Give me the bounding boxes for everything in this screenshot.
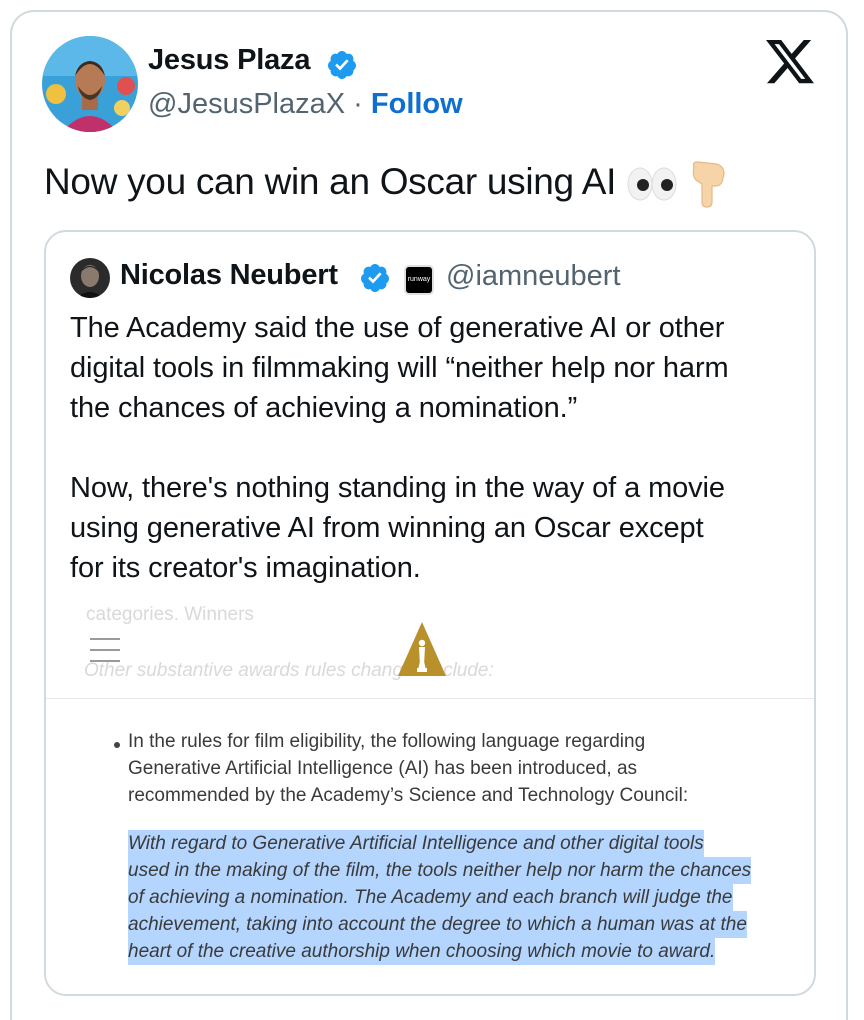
author-handle[interactable]: @JesusPlazaX	[148, 88, 345, 120]
rules-text: In the rules for film eligibility, the f…	[128, 731, 689, 806]
quoted-author-name[interactable]: Nicolas Neubert	[120, 259, 338, 292]
faded-text: categories. Winners	[86, 604, 254, 625]
follow-button[interactable]: Follow	[371, 88, 463, 120]
oscar-logo-icon	[398, 622, 446, 676]
quoted-author-handle[interactable]: @iamneubert	[446, 260, 621, 293]
author-avatar[interactable]	[42, 36, 138, 132]
image-site-header: categories. Winners Other substantive aw…	[46, 604, 814, 699]
affiliate-badge[interactable]: runway	[404, 265, 434, 295]
quoted-author-avatar[interactable]	[70, 258, 110, 298]
highlighted-quote: With regard to Generative Artificial Int…	[128, 830, 752, 965]
author-handle-line: @JesusPlazaX · Follow	[148, 88, 463, 121]
x-logo-icon[interactable]	[766, 40, 814, 84]
author-name[interactable]: Jesus Plaza	[148, 44, 310, 77]
verified-badge-icon	[360, 264, 389, 292]
bullet-point	[114, 742, 120, 748]
tweet-text: Now you can win an Oscar using AI	[44, 160, 728, 208]
attached-image[interactable]: categories. Winners Other substantive aw…	[46, 604, 814, 994]
verified-badge-icon	[327, 51, 356, 79]
pointing-down-emoji-icon	[692, 161, 725, 208]
quoted-paragraph: Now, there's nothing standing in the way…	[70, 472, 725, 584]
quoted-tweet-body: The Academy said the use of generative A…	[70, 308, 800, 588]
hamburger-menu-icon	[90, 638, 120, 662]
quoted-tweet[interactable]: Nicolas Neubert runway @iamneubert The A…	[44, 230, 816, 996]
quoted-paragraph: The Academy said the use of generative A…	[70, 312, 729, 424]
eyes-emoji-icon	[627, 167, 677, 201]
separator-dot: ·	[353, 88, 363, 120]
tweet-body: Now you can win an Oscar using AI	[44, 160, 617, 202]
